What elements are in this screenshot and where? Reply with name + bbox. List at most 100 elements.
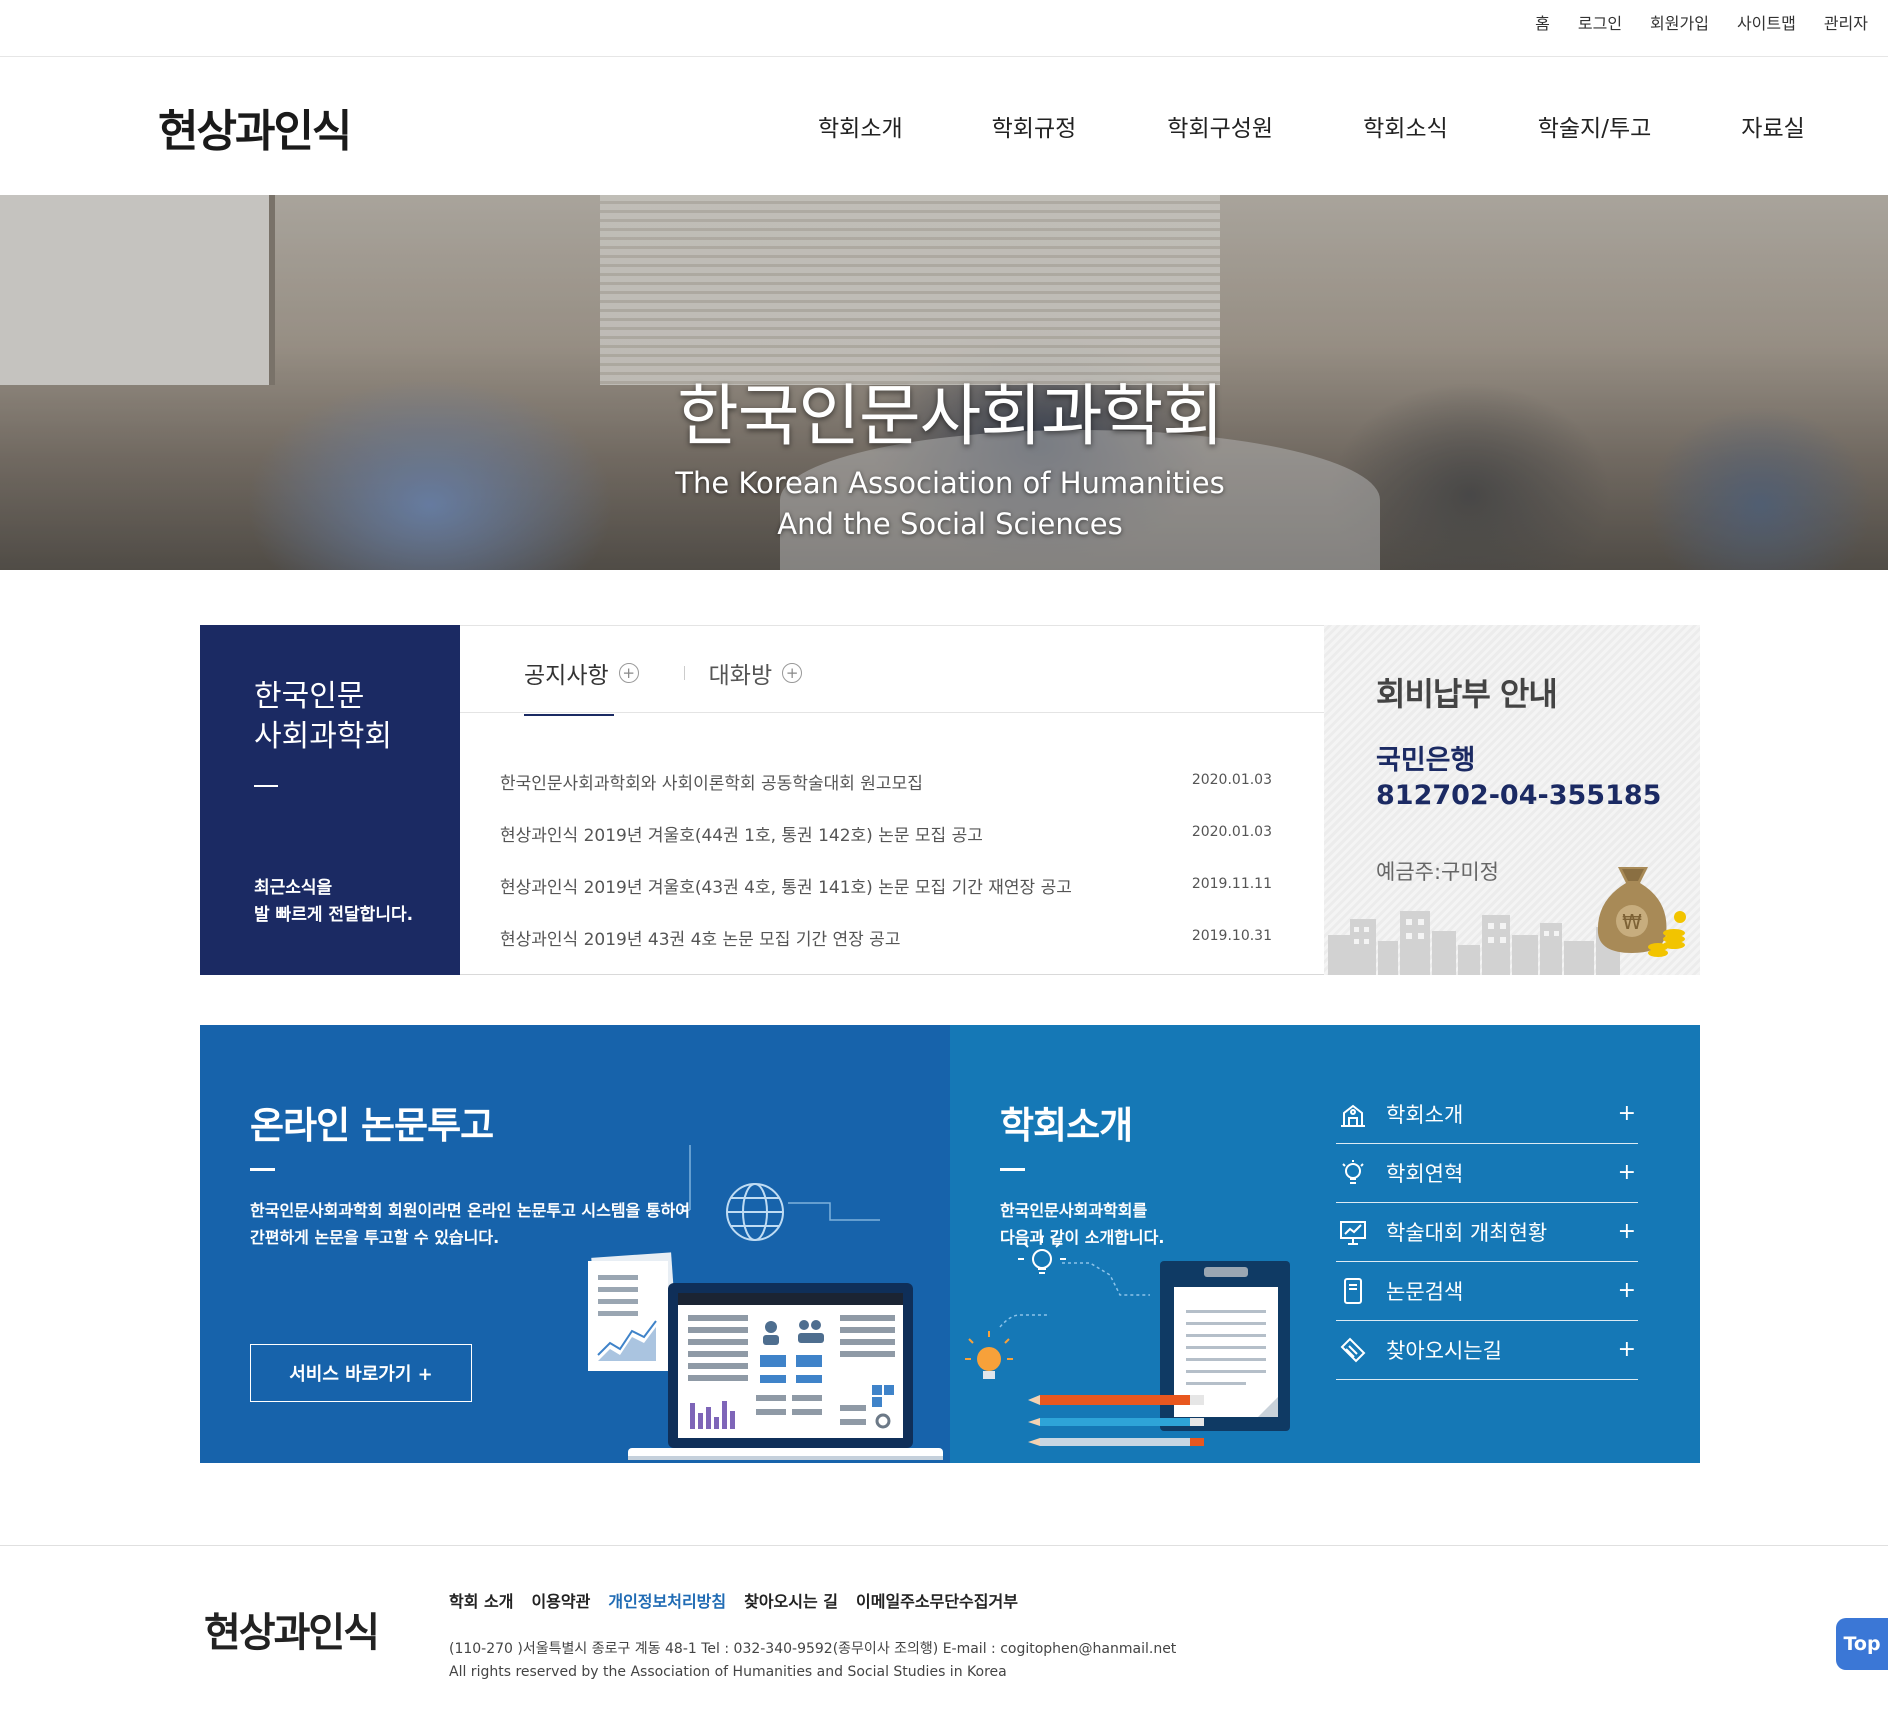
list-item[interactable]: 현상과인식 2019년 겨울호(43권 4호, 통권 141호) 논문 모집 기… xyxy=(500,873,1280,925)
news-intro-subtitle-line2: 발 빠르게 전달합니다. xyxy=(254,905,414,925)
footer-link-email-policy[interactable]: 이메일주소무단수집거부 xyxy=(856,1588,1018,1612)
list-item[interactable]: 현상과인식 2019년 겨울호(44권 1호, 통권 142호) 논문 모집 공… xyxy=(500,821,1280,873)
gnb-item-journal[interactable]: 학술지/투고 xyxy=(1538,109,1652,143)
plus-circle-icon[interactable]: + xyxy=(618,663,639,683)
society-link-label: 논문검색 xyxy=(1386,1280,1464,1304)
document-icon xyxy=(1336,1274,1370,1308)
footer-logo: 현상과인식 xyxy=(204,1609,380,1656)
notice-title[interactable]: 현상과인식 2019년 겨울호(43권 4호, 통권 141호) 논문 모집 기… xyxy=(500,873,1072,925)
plus-icon: + xyxy=(1617,1278,1636,1303)
society-link-conferences[interactable]: 학술대회 개최현황 + xyxy=(1336,1203,1638,1262)
fee-account-holder: 예금주:구미정 xyxy=(1376,860,1499,884)
online-submission-desc-line1: 한국인문사회과학회 회원이라면 온라인 논문투고 시스템을 통하여 xyxy=(250,1201,691,1220)
notice-date: 2020.01.03 xyxy=(1191,772,1272,788)
pin-tag-icon xyxy=(1336,1333,1370,1367)
tab-separator xyxy=(684,666,685,680)
building-icon xyxy=(1336,1097,1370,1131)
gnb-item-about[interactable]: 학회소개 xyxy=(818,109,903,143)
gnb-item-news[interactable]: 학회소식 xyxy=(1363,109,1448,143)
list-item[interactable]: 한국인문사회과학회와 사회이론학회 공동학술대회 원고모집 2020.01.03 xyxy=(500,769,1280,821)
society-link-paper-search[interactable]: 논문검색 + xyxy=(1336,1262,1638,1321)
society-intro-panel: 학회소개 한국인문사회과학회를 다음과 같이 소개합니다. 학회소개 + 학회연… xyxy=(950,1025,1700,1463)
presentation-chart-icon xyxy=(1336,1215,1370,1249)
gnb-item-members[interactable]: 학회구성원 xyxy=(1167,109,1273,143)
notice-date: 2019.11.11 xyxy=(1191,876,1272,892)
tab-chatroom-label: 대화방 xyxy=(708,663,773,689)
gnb-item-archive[interactable]: 자료실 xyxy=(1741,109,1804,143)
news-intro-title-line1: 한국인문 xyxy=(254,679,365,714)
fee-bank-name: 국민은행 xyxy=(1376,745,1476,776)
site-header: 현상과인식 학회소개 학회규정 학회구성원 학회소식 학술지/투고 자료실 xyxy=(0,57,1888,195)
util-join-link[interactable]: 회원가입 xyxy=(1650,10,1709,34)
society-intro-desc: 한국인문사회과학회를 다음과 같이 소개합니다. xyxy=(1000,1197,1164,1251)
online-submission-title: 온라인 논문투고 xyxy=(250,1104,494,1147)
society-link-label: 학회소개 xyxy=(1386,1103,1464,1127)
hero-title: 한국인문사회과학회 xyxy=(677,377,1224,455)
tab-chatroom[interactable]: 대화방 + xyxy=(708,656,803,716)
society-intro-desc-line2: 다음과 같이 소개합니다. xyxy=(1000,1228,1165,1247)
scroll-top-button[interactable]: Top xyxy=(1836,1618,1888,1670)
main-navigation: 학회소개 학회규정 학회구성원 학회소식 학술지/투고 자료실 xyxy=(818,109,1805,143)
society-intro-title: 학회소개 xyxy=(1000,1104,1133,1147)
service-shortcut-button[interactable]: 서비스 바로가기 + xyxy=(250,1344,472,1402)
news-intro-box: 한국인문 사회과학회 최근소식을 발 빠르게 전달합니다. xyxy=(200,625,460,975)
won-symbol: ₩ xyxy=(1622,910,1642,934)
online-submission-divider xyxy=(250,1168,275,1171)
news-intro-subtitle: 최근소식을 발 빠르게 전달합니다. xyxy=(254,875,413,929)
gnb-item-rules[interactable]: 학회규정 xyxy=(992,109,1077,143)
hero-banner: 한국인문사회과학회 The Korean Association of Huma… xyxy=(0,195,1888,570)
plus-icon: + xyxy=(1617,1219,1636,1244)
society-link-directions[interactable]: 찾아오시는길 + xyxy=(1336,1321,1638,1380)
footer-link-about[interactable]: 학회 소개 xyxy=(449,1588,513,1612)
footer-address-line: (110-270 )서울특별시 종로구 계동 48-1 Tel : 032-34… xyxy=(449,1641,1177,1657)
society-intro-desc-line1: 한국인문사회과학회를 xyxy=(1000,1201,1148,1220)
society-link-label: 찾아오시는길 xyxy=(1386,1339,1502,1363)
news-intro-divider xyxy=(254,785,278,787)
notice-date: 2020.01.03 xyxy=(1191,824,1272,840)
plus-icon: + xyxy=(1617,1160,1636,1185)
notice-title[interactable]: 현상과인식 2019년 43권 4호 논문 모집 기간 연장 공고 xyxy=(500,925,900,977)
society-link-about[interactable]: 학회소개 + xyxy=(1336,1085,1638,1144)
list-item[interactable]: 현상과인식 2019년 43권 4호 논문 모집 기간 연장 공고 2019.1… xyxy=(500,925,1280,977)
footer-link-privacy[interactable]: 개인정보처리방침 xyxy=(608,1588,726,1612)
footer-copyright: All rights reserved by the Association o… xyxy=(449,1664,1007,1680)
footer-link-directions[interactable]: 찾아오시는 길 xyxy=(744,1588,838,1612)
utility-bar: 홈 로그인 회원가입 사이트맵 관리자 xyxy=(0,0,1888,57)
society-link-label: 학회연혁 xyxy=(1386,1162,1464,1186)
tab-notice-label: 공지사항 xyxy=(524,663,609,689)
society-link-label: 학술대회 개최현황 xyxy=(1386,1221,1548,1245)
notice-title[interactable]: 현상과인식 2019년 겨울호(44권 1호, 통권 142호) 논문 모집 공… xyxy=(500,821,983,873)
online-submission-desc-line2: 간편하게 논문을 투고할 수 있습니다. xyxy=(250,1228,500,1247)
fee-account-number: 812702-04-355185 xyxy=(1376,780,1662,811)
fee-title: 회비납부 안내 xyxy=(1376,675,1558,713)
notice-board: 공지사항 + 대화방 + 한국인문사회과학회와 사회이론학회 공동학술대회 원고… xyxy=(460,625,1324,975)
board-tabs: 공지사항 + 대화방 + xyxy=(524,656,803,716)
online-submission-desc: 한국인문사회과학회 회원이라면 온라인 논문투고 시스템을 통하여 간편하게 논… xyxy=(250,1197,690,1251)
society-intro-divider xyxy=(1000,1168,1025,1171)
news-intro-subtitle-line1: 최근소식을 xyxy=(254,878,333,898)
util-home-link[interactable]: 홈 xyxy=(1535,10,1550,34)
footer-links: 학회 소개 이용약관 개인정보처리방침 찾아오시는 길 이메일주소무단수집거부 xyxy=(449,1588,1018,1612)
util-admin-link[interactable]: 관리자 xyxy=(1824,10,1868,34)
util-sitemap-link[interactable]: 사이트맵 xyxy=(1737,10,1796,34)
hero-subtitle-line2: And the Social Sciences xyxy=(777,507,1123,541)
notice-list: 한국인문사회과학회와 사회이론학회 공동학술대회 원고모집 2020.01.03… xyxy=(500,769,1280,977)
util-login-link[interactable]: 로그인 xyxy=(1578,10,1622,34)
society-link-list: 학회소개 + 학회연혁 + 학술대회 개최현황 + 논문검색 + 찾아오시는길 … xyxy=(1336,1085,1638,1380)
footer-link-terms[interactable]: 이용약관 xyxy=(531,1588,590,1612)
membership-fee-box: 회비납부 안내 국민은행 812702-04-355185 예금주:구미정 ₩ xyxy=(1324,625,1700,975)
tab-notice[interactable]: 공지사항 + xyxy=(524,656,639,716)
news-intro-title-line2: 사회과학회 xyxy=(254,719,392,754)
board-divider xyxy=(460,712,1324,713)
news-intro-title: 한국인문 사회과학회 xyxy=(254,677,460,757)
hero-subtitle: The Korean Association of Humanities And… xyxy=(0,463,1888,545)
plus-icon: + xyxy=(1617,1101,1636,1126)
plus-icon: + xyxy=(1617,1337,1636,1362)
notice-title[interactable]: 한국인문사회과학회와 사회이론학회 공동학술대회 원고모집 xyxy=(500,769,923,821)
money-bag-icon: ₩ xyxy=(1597,867,1686,957)
utility-menu: 홈 로그인 회원가입 사이트맵 관리자 xyxy=(1535,10,1868,34)
site-logo[interactable]: 현상과인식 xyxy=(158,95,352,159)
notice-date: 2019.10.31 xyxy=(1191,928,1272,944)
society-link-history[interactable]: 학회연혁 + xyxy=(1336,1144,1638,1203)
plus-circle-icon[interactable]: + xyxy=(782,663,803,683)
